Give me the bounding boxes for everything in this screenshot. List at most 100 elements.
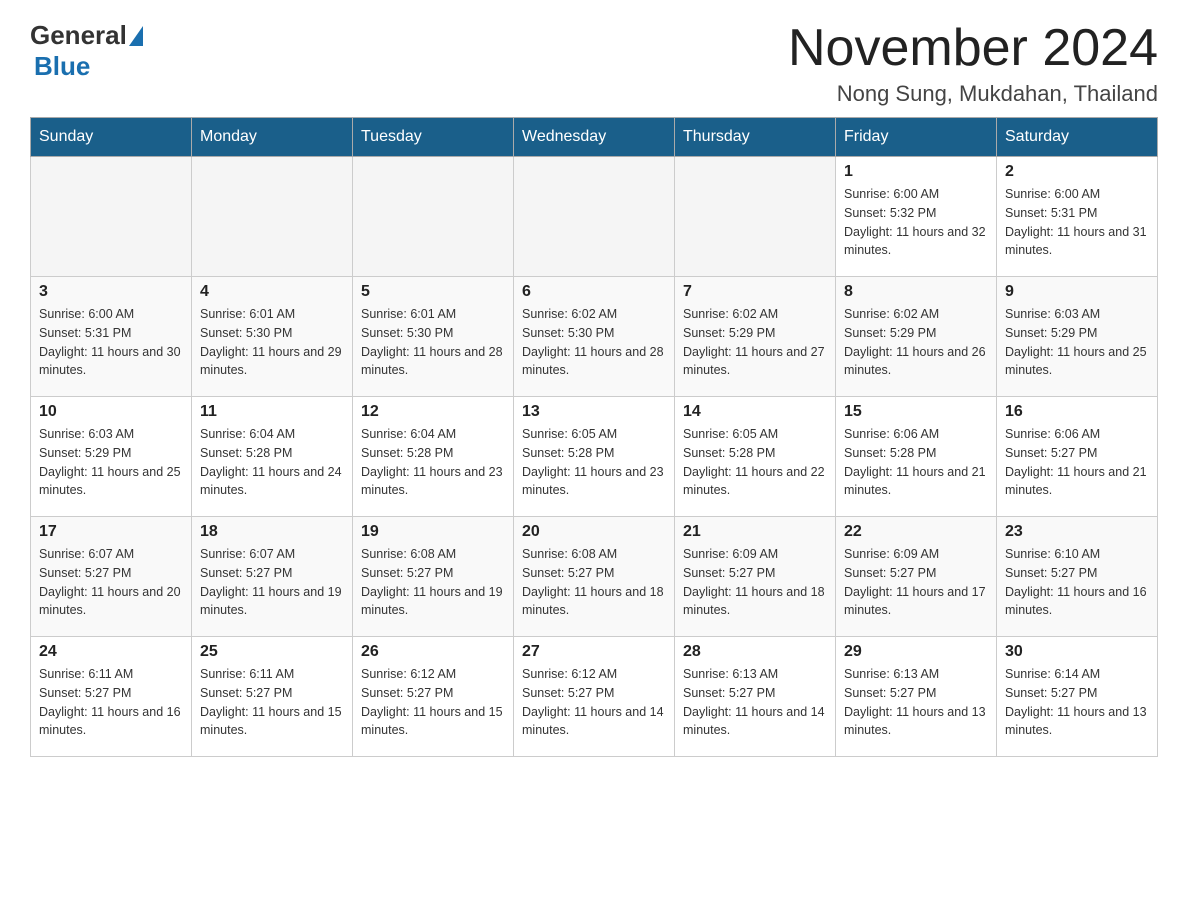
day-info: Sunrise: 6:06 AM Sunset: 5:28 PM Dayligh…	[844, 425, 988, 500]
calendar-header-friday: Friday	[836, 118, 997, 157]
day-info: Sunrise: 6:03 AM Sunset: 5:29 PM Dayligh…	[39, 425, 183, 500]
day-info: Sunrise: 6:14 AM Sunset: 5:27 PM Dayligh…	[1005, 665, 1149, 740]
calendar-cell: 22Sunrise: 6:09 AM Sunset: 5:27 PM Dayli…	[836, 517, 997, 637]
calendar-cell: 8 Sunrise: 6:02 AM Sunset: 5:29 PM Daylig…	[836, 277, 997, 397]
logo: General Blue	[30, 20, 145, 82]
day-info: Sunrise: 6:02 AM Sunset: 5:29 PM Dayligh…	[844, 305, 988, 380]
day-number: 2	[1005, 163, 1149, 181]
calendar-cell: 20 Sunrise: 6:08 AM Sunset: 5:27 PM Dayli…	[514, 517, 675, 637]
day-info: Sunrise: 6:00 AM Sunset: 5:31 PM Dayligh…	[1005, 185, 1149, 260]
calendar-week-row: 1Sunrise: 6:00 AM Sunset: 5:32 PM Daylig…	[31, 157, 1158, 277]
day-info: Sunrise: 6:00 AM Sunset: 5:31 PM Dayligh…	[39, 305, 183, 380]
day-info: Sunrise: 6:02 AM Sunset: 5:30 PM Dayligh…	[522, 305, 666, 380]
title-area: November 2024 Nong Sung, Mukdahan, Thail…	[788, 20, 1158, 107]
day-number: 25	[200, 643, 344, 661]
calendar-header-tuesday: Tuesday	[353, 118, 514, 157]
logo-triangle-icon	[129, 26, 143, 46]
day-number: 11	[200, 403, 344, 421]
calendar-cell: 18Sunrise: 6:07 AM Sunset: 5:27 PM Dayli…	[192, 517, 353, 637]
day-number: 1	[844, 163, 988, 181]
calendar-cell: 6 Sunrise: 6:02 AM Sunset: 5:30 PM Daylig…	[514, 277, 675, 397]
location-title: Nong Sung, Mukdahan, Thailand	[788, 81, 1158, 107]
calendar-cell: 13 Sunrise: 6:05 AM Sunset: 5:28 PM Dayli…	[514, 397, 675, 517]
day-number: 28	[683, 643, 827, 661]
calendar-cell: 15 Sunrise: 6:06 AM Sunset: 5:28 PM Dayli…	[836, 397, 997, 517]
day-info: Sunrise: 6:06 AM Sunset: 5:27 PM Dayligh…	[1005, 425, 1149, 500]
calendar-week-row: 24 Sunrise: 6:11 AM Sunset: 5:27 PM Dayli…	[31, 637, 1158, 757]
day-number: 6	[522, 283, 666, 301]
month-title: November 2024	[788, 20, 1158, 77]
day-number: 14	[683, 403, 827, 421]
calendar-cell	[31, 157, 192, 277]
day-number: 20	[522, 523, 666, 541]
calendar-cell: 29Sunrise: 6:13 AM Sunset: 5:27 PM Dayli…	[836, 637, 997, 757]
calendar-cell	[353, 157, 514, 277]
calendar-week-row: 3 Sunrise: 6:00 AM Sunset: 5:31 PM Daylig…	[31, 277, 1158, 397]
calendar-cell: 25 Sunrise: 6:11 AM Sunset: 5:27 PM Dayli…	[192, 637, 353, 757]
calendar-header-sunday: Sunday	[31, 118, 192, 157]
day-info: Sunrise: 6:09 AM Sunset: 5:27 PM Dayligh…	[683, 545, 827, 620]
day-number: 9	[1005, 283, 1149, 301]
day-number: 23	[1005, 523, 1149, 541]
calendar-cell: 14 Sunrise: 6:05 AM Sunset: 5:28 PM Dayli…	[675, 397, 836, 517]
logo-blue: Blue	[34, 51, 90, 81]
calendar-cell: 2 Sunrise: 6:00 AM Sunset: 5:31 PM Daylig…	[997, 157, 1158, 277]
calendar-header-row: SundayMondayTuesdayWednesdayThursdayFrid…	[31, 118, 1158, 157]
calendar-cell: 1Sunrise: 6:00 AM Sunset: 5:32 PM Daylig…	[836, 157, 997, 277]
day-info: Sunrise: 6:04 AM Sunset: 5:28 PM Dayligh…	[361, 425, 505, 500]
day-number: 18	[200, 523, 344, 541]
calendar-week-row: 10 Sunrise: 6:03 AM Sunset: 5:29 PM Dayli…	[31, 397, 1158, 517]
calendar-week-row: 17 Sunrise: 6:07 AM Sunset: 5:27 PM Dayli…	[31, 517, 1158, 637]
logo-general: General	[30, 20, 127, 51]
calendar-cell: 10 Sunrise: 6:03 AM Sunset: 5:29 PM Dayli…	[31, 397, 192, 517]
calendar-cell: 21 Sunrise: 6:09 AM Sunset: 5:27 PM Dayli…	[675, 517, 836, 637]
day-info: Sunrise: 6:01 AM Sunset: 5:30 PM Dayligh…	[361, 305, 505, 380]
day-info: Sunrise: 6:08 AM Sunset: 5:27 PM Dayligh…	[361, 545, 505, 620]
day-info: Sunrise: 6:11 AM Sunset: 5:27 PM Dayligh…	[39, 665, 183, 740]
day-number: 21	[683, 523, 827, 541]
day-number: 15	[844, 403, 988, 421]
day-info: Sunrise: 6:05 AM Sunset: 5:28 PM Dayligh…	[522, 425, 666, 500]
calendar-cell: 16 Sunrise: 6:06 AM Sunset: 5:27 PM Dayli…	[997, 397, 1158, 517]
calendar-cell: 7 Sunrise: 6:02 AM Sunset: 5:29 PM Daylig…	[675, 277, 836, 397]
day-number: 12	[361, 403, 505, 421]
day-number: 19	[361, 523, 505, 541]
day-number: 17	[39, 523, 183, 541]
day-info: Sunrise: 6:02 AM Sunset: 5:29 PM Dayligh…	[683, 305, 827, 380]
day-number: 30	[1005, 643, 1149, 661]
logo-text: General	[30, 20, 145, 51]
day-info: Sunrise: 6:03 AM Sunset: 5:29 PM Dayligh…	[1005, 305, 1149, 380]
day-number: 27	[522, 643, 666, 661]
day-number: 4	[200, 283, 344, 301]
day-info: Sunrise: 6:10 AM Sunset: 5:27 PM Dayligh…	[1005, 545, 1149, 620]
day-number: 22	[844, 523, 988, 541]
calendar-cell: 27 Sunrise: 6:12 AM Sunset: 5:27 PM Dayli…	[514, 637, 675, 757]
page-header: General Blue November 2024 Nong Sung, Mu…	[30, 20, 1158, 107]
day-number: 26	[361, 643, 505, 661]
calendar-cell	[192, 157, 353, 277]
day-number: 8	[844, 283, 988, 301]
day-number: 10	[39, 403, 183, 421]
day-info: Sunrise: 6:13 AM Sunset: 5:27 PM Dayligh…	[844, 665, 988, 740]
day-info: Sunrise: 6:05 AM Sunset: 5:28 PM Dayligh…	[683, 425, 827, 500]
day-number: 24	[39, 643, 183, 661]
day-info: Sunrise: 6:08 AM Sunset: 5:27 PM Dayligh…	[522, 545, 666, 620]
day-info: Sunrise: 6:07 AM Sunset: 5:27 PM Dayligh…	[39, 545, 183, 620]
calendar-cell: 4 Sunrise: 6:01 AM Sunset: 5:30 PM Daylig…	[192, 277, 353, 397]
calendar-cell: 24 Sunrise: 6:11 AM Sunset: 5:27 PM Dayli…	[31, 637, 192, 757]
calendar-cell: 28Sunrise: 6:13 AM Sunset: 5:27 PM Dayli…	[675, 637, 836, 757]
day-number: 13	[522, 403, 666, 421]
day-info: Sunrise: 6:01 AM Sunset: 5:30 PM Dayligh…	[200, 305, 344, 380]
day-number: 7	[683, 283, 827, 301]
day-info: Sunrise: 6:11 AM Sunset: 5:27 PM Dayligh…	[200, 665, 344, 740]
day-number: 16	[1005, 403, 1149, 421]
calendar-cell: 19 Sunrise: 6:08 AM Sunset: 5:27 PM Dayli…	[353, 517, 514, 637]
calendar-cell: 30 Sunrise: 6:14 AM Sunset: 5:27 PM Dayli…	[997, 637, 1158, 757]
calendar-header-thursday: Thursday	[675, 118, 836, 157]
day-number: 3	[39, 283, 183, 301]
calendar-cell: 23 Sunrise: 6:10 AM Sunset: 5:27 PM Dayli…	[997, 517, 1158, 637]
calendar-cell: 17 Sunrise: 6:07 AM Sunset: 5:27 PM Dayli…	[31, 517, 192, 637]
calendar-cell: 11Sunrise: 6:04 AM Sunset: 5:28 PM Dayli…	[192, 397, 353, 517]
day-info: Sunrise: 6:12 AM Sunset: 5:27 PM Dayligh…	[522, 665, 666, 740]
calendar-header-wednesday: Wednesday	[514, 118, 675, 157]
